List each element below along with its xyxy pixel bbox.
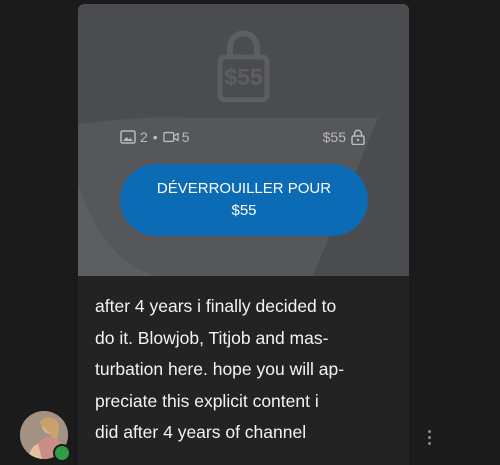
- post-text-line: after 4 years i finally decided to: [95, 296, 337, 316]
- price-value: $55: [322, 129, 346, 145]
- post-text: after 4 years i finally decided to do it…: [95, 291, 395, 449]
- post-text-line: turbation here. hope you will ap-: [95, 359, 345, 379]
- post-text-line: did after 4 years of channel: [95, 422, 307, 442]
- more-vertical-icon[interactable]: [421, 425, 437, 449]
- post-card: $55 2 • 5 $55 DÉVERROUILLER POUR $55 aft…: [78, 4, 409, 465]
- unlock-button[interactable]: DÉVERROUILLER POUR $55: [120, 164, 368, 236]
- online-status-indicator: [53, 444, 71, 462]
- lock-icon: [351, 129, 365, 145]
- photo-count: 2: [140, 129, 148, 145]
- unlock-button-label: DÉVERROUILLER POUR: [156, 180, 332, 197]
- video-icon: [162, 131, 179, 143]
- video-count: 5: [181, 129, 190, 145]
- price-label: $55: [323, 129, 365, 145]
- locked-media-preview: $55 2 • 5 $55 DÉVERROUILLER POUR $55: [78, 4, 409, 276]
- image-icon: [120, 130, 136, 144]
- post-text-line: preciate this explicit content i: [95, 390, 319, 411]
- background-price: $55: [224, 64, 263, 90]
- separator-dot: •: [152, 129, 158, 145]
- post-text-line: do it. Blowjob, Titjob and mas-: [95, 327, 329, 348]
- media-counts: 2 • 5: [120, 129, 190, 145]
- unlock-button-price: $55: [231, 202, 257, 219]
